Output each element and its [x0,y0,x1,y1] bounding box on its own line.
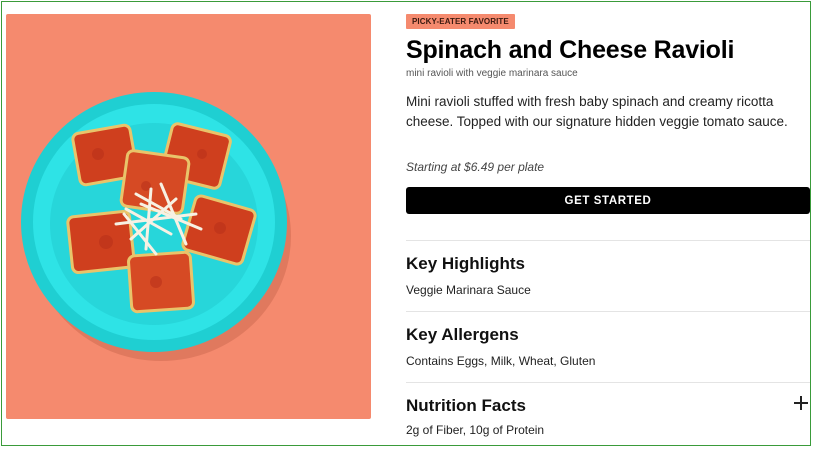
key-highlights-body: Veggie Marinara Sauce [406,283,531,297]
plus-icon[interactable] [794,396,808,410]
divider [406,311,810,312]
product-subtitle: mini ravioli with veggie marinara sauce [406,68,578,79]
key-allergens-body: Contains Eggs, Milk, Wheat, Gluten [406,354,596,368]
page-frame: PICKY-EATER FAVORITE Spinach and Cheese … [1,1,811,446]
ravioli-plate-illustration [21,92,291,361]
key-allergens-title: Key Allergens [406,325,519,344]
divider [406,382,810,383]
get-started-button[interactable]: GET STARTED [406,187,810,214]
nutrition-facts-body: 2g of Fiber, 10g of Protein [406,423,545,437]
price-text: Starting at $6.49 per plate [406,160,545,174]
favorite-badge: PICKY-EATER FAVORITE [406,14,515,29]
divider [406,240,810,241]
key-highlights-title: Key Highlights [406,254,526,273]
product-description: Mini ravioli stuffed with fresh baby spi… [406,94,788,129]
product-title: Spinach and Cheese Ravioli [406,36,735,64]
nutrition-facts-title[interactable]: Nutrition Facts [406,396,526,416]
product-image [6,14,371,419]
